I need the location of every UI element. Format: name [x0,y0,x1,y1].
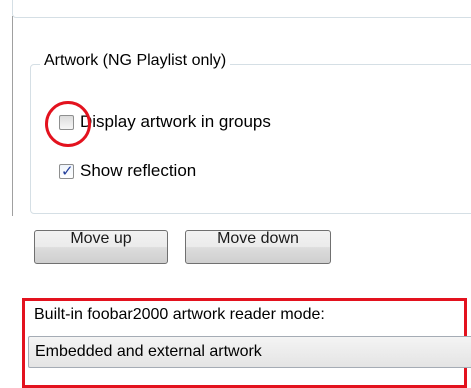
panel-divider [12,16,13,216]
previous-section-panel [12,0,471,18]
move-down-label: Move down [217,230,299,247]
show-reflection-option[interactable]: ✓ Show reflection [59,161,196,181]
artwork-groupbox [30,64,471,214]
show-reflection-checkbox[interactable]: ✓ [59,162,74,180]
move-down-button[interactable]: Move down [185,230,331,264]
move-up-button[interactable]: Move up [34,230,168,264]
highlight-circle [45,101,91,147]
artwork-reader-mode-value: Embedded and external artwork [35,343,262,360]
artwork-reader-mode-select[interactable]: Embedded and external artwork [28,336,471,368]
display-artwork-in-groups-label: Display artwork in groups [80,112,271,131]
artwork-reader-mode-label: Built-in foobar2000 artwork reader mode: [34,306,325,323]
checkmark-icon: ✓ [61,162,74,180]
artwork-group-title: Artwork (NG Playlist only) [40,50,231,72]
show-reflection-label: Show reflection [80,161,197,180]
move-up-label: Move up [70,230,132,247]
